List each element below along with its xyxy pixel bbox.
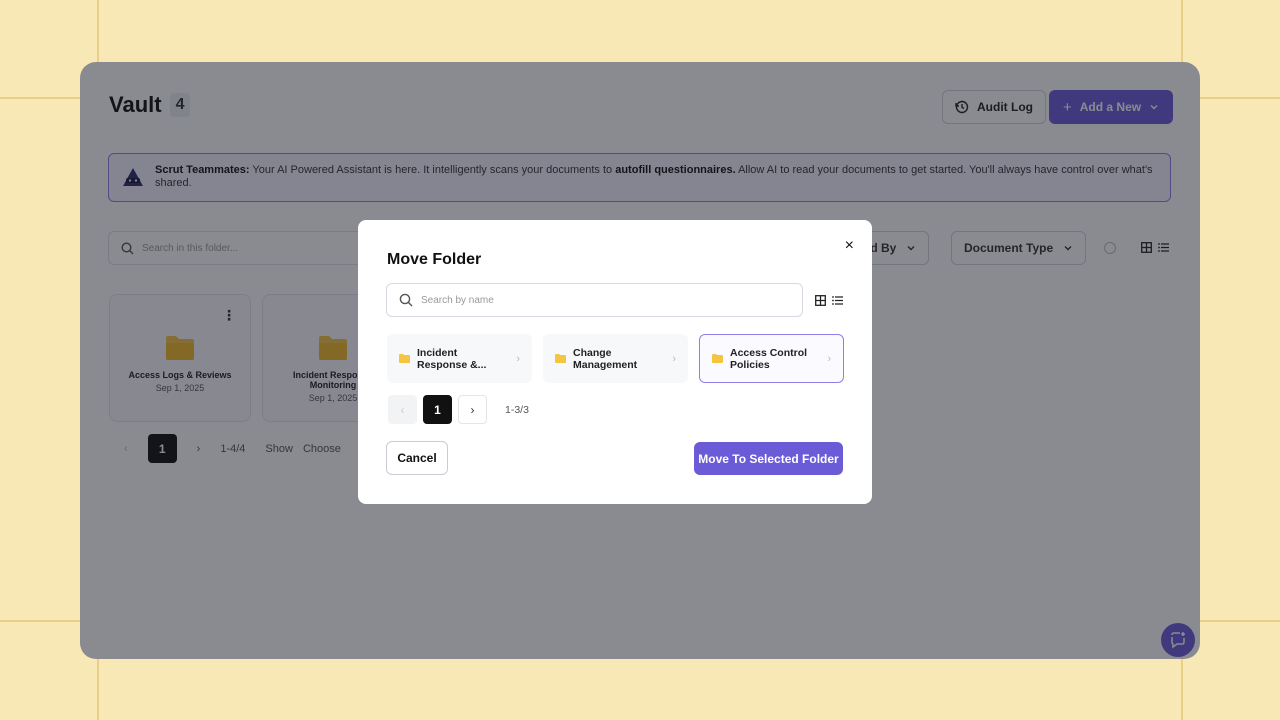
folder-icon — [555, 354, 566, 363]
move-folder-dialog: × Move Folder Search by name Incident Re… — [358, 220, 872, 504]
search-placeholder: Search by name — [421, 294, 494, 306]
folder-icon — [712, 354, 723, 363]
chevron-right-icon[interactable]: › — [827, 353, 831, 365]
chevron-right-icon[interactable]: › — [516, 353, 520, 365]
dialog-pagination: ‹ 1 › 1-3/3 — [388, 395, 529, 424]
folder-search-input[interactable]: Search by name — [386, 283, 803, 317]
list-view-icon[interactable] — [832, 295, 843, 306]
chevron-right-icon[interactable]: › — [672, 353, 676, 365]
folder-option-selected[interactable]: Access Control Policies › — [699, 334, 844, 383]
search-icon — [399, 293, 413, 307]
move-to-selected-folder-button[interactable]: Move To Selected Folder — [694, 442, 843, 475]
folder-option[interactable]: Incident Response &... › — [387, 334, 532, 383]
prev-page-button[interactable]: ‹ — [388, 395, 417, 424]
folder-option-name: Access Control Policies — [730, 346, 808, 371]
page-number-current[interactable]: 1 — [423, 395, 452, 424]
grid-view-icon[interactable] — [815, 295, 826, 306]
folder-icon — [399, 354, 410, 363]
dialog-title: Move Folder — [387, 251, 482, 268]
folder-option[interactable]: Change Management › — [543, 334, 688, 383]
close-icon[interactable]: × — [845, 238, 854, 254]
folder-option-name: Change Management — [573, 346, 638, 371]
view-toggle — [815, 295, 843, 306]
folder-option-name: Incident Response &... — [417, 346, 487, 371]
page-range: 1-3/3 — [505, 403, 529, 416]
next-page-button[interactable]: › — [458, 395, 487, 424]
cancel-button[interactable]: Cancel — [386, 441, 448, 475]
